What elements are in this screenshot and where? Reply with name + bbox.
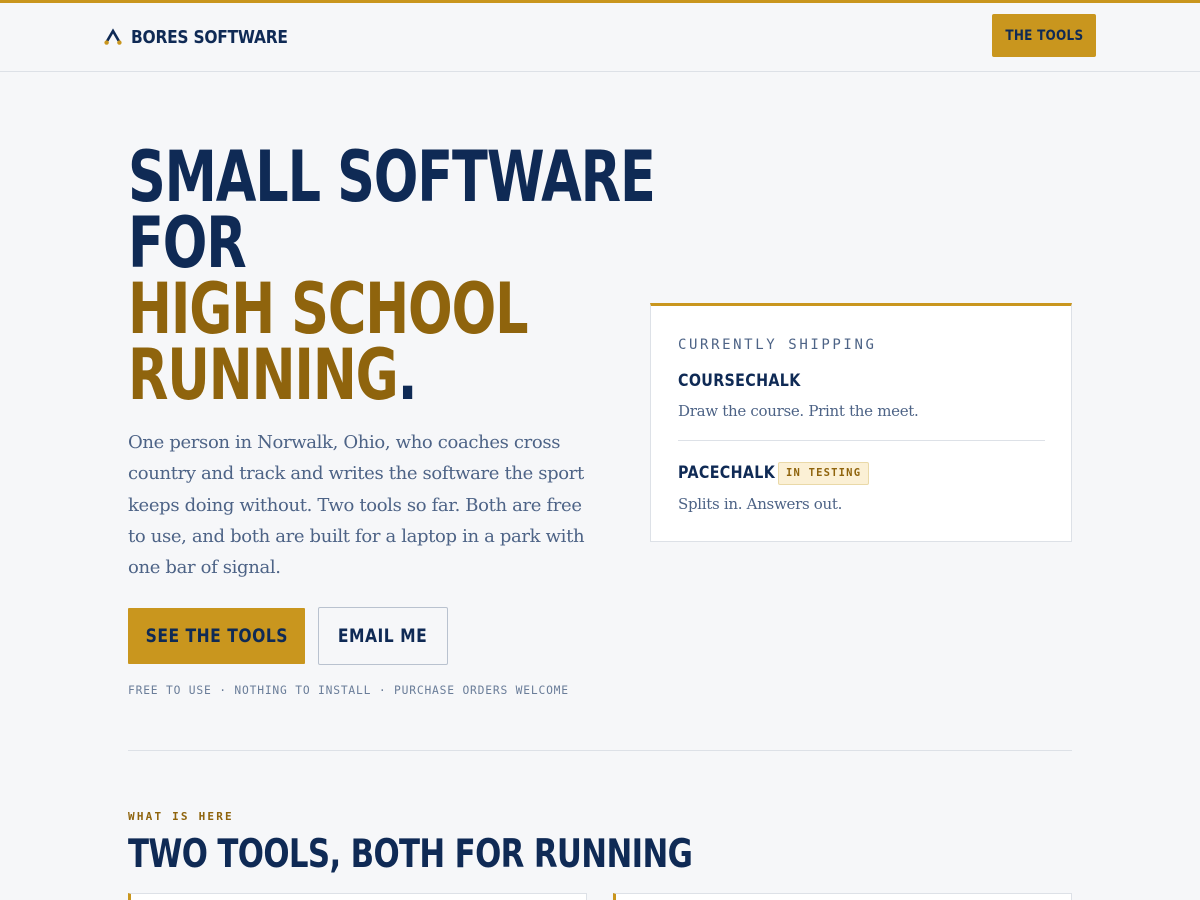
pacechalk-name[interactable]: PACECHALK bbox=[678, 463, 775, 483]
tool-card-coursechalk[interactable] bbox=[128, 893, 587, 900]
hero-title-line-3: HIGH SCHOOL bbox=[128, 268, 529, 350]
tools-section-title: TWO TOOLS, BOTH FOR RUNNING bbox=[128, 832, 693, 877]
hero-title-period: . bbox=[397, 334, 418, 416]
hero-lede: One person in Norwalk, Ohio, who coaches… bbox=[128, 432, 585, 579]
card-divider bbox=[678, 440, 1045, 441]
section-divider bbox=[128, 750, 1072, 751]
coursechalk-description: Draw the course. Print the meet. bbox=[678, 402, 919, 420]
brand-name: BORES SOFTWARE bbox=[131, 26, 288, 48]
nav-the-tools-label: THE TOOLS bbox=[1004, 27, 1084, 44]
nav-the-tools-button[interactable]: THE TOOLS bbox=[992, 14, 1096, 57]
see-the-tools-button[interactable]: SEE THE TOOLS bbox=[128, 608, 305, 664]
coursechalk-name[interactable]: COURSECHALK bbox=[678, 371, 801, 391]
email-me-label: EMAIL ME bbox=[338, 625, 428, 647]
pacechalk-description: Splits in. Answers out. bbox=[678, 495, 843, 513]
currently-shipping-card: CURRENTLY SHIPPING COURSECHALK Draw the … bbox=[650, 303, 1072, 542]
tool-card-pacechalk[interactable] bbox=[613, 893, 1072, 900]
brand-home-link[interactable]: BORES SOFTWARE bbox=[104, 25, 313, 49]
hero-title-line-2: FOR bbox=[128, 202, 247, 284]
hero-title-line-4: RUNNING bbox=[128, 334, 399, 416]
email-me-button[interactable]: EMAIL ME bbox=[318, 607, 448, 665]
chevron-logo-icon bbox=[104, 28, 122, 45]
hero-fine-print: FREE TO USE · NOTHING TO INSTALL · PURCH… bbox=[128, 684, 569, 697]
hero-title-line-1: SMALL SOFTWARE bbox=[128, 136, 656, 218]
see-the-tools-label: SEE THE TOOLS bbox=[145, 625, 288, 647]
tools-section-kicker: WHAT IS HERE bbox=[128, 810, 234, 823]
hero-title-line-4-wrap: RUNNING. bbox=[128, 340, 503, 410]
card-kicker: CURRENTLY SHIPPING bbox=[678, 337, 877, 353]
in-testing-badge: IN TESTING bbox=[778, 461, 870, 485]
site-header: BORES SOFTWARE THE TOOLS bbox=[0, 3, 1200, 72]
hero-title: SMALL SOFTWARE FOR HIGH SCHOOL RUNNING. bbox=[128, 136, 656, 410]
pacechalk-row: PACECHALK IN TESTING bbox=[678, 461, 870, 485]
